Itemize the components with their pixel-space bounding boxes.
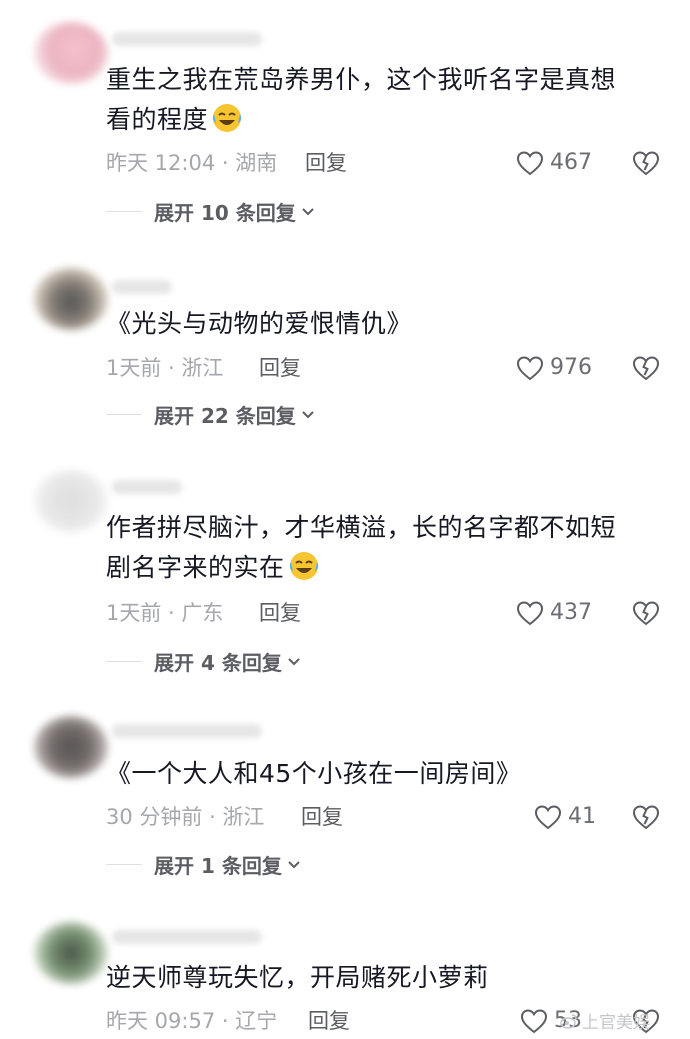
username[interactable] xyxy=(112,480,182,494)
comment-meta: 昨天 09:57 · 辽宁 xyxy=(106,1009,278,1033)
dislike-button[interactable] xyxy=(632,149,660,177)
reply-button[interactable]: 回复 xyxy=(308,1006,350,1036)
broken-heart-icon xyxy=(632,805,660,830)
divider-line xyxy=(106,660,142,662)
comment-text: 《一个大人和45个小孩在一间房间》 xyxy=(106,759,522,788)
heart-icon xyxy=(516,356,544,381)
comment-meta: 30 分钟前 · 浙江 xyxy=(106,805,265,829)
reply-button[interactable]: 回复 xyxy=(305,148,347,178)
avatar[interactable] xyxy=(34,470,108,532)
like-count: 976 xyxy=(550,355,592,380)
avatar[interactable] xyxy=(34,268,108,330)
weibo-logo-icon xyxy=(560,1013,577,1029)
heart-icon xyxy=(520,1009,548,1034)
expand-replies-label: 展开 22 条回复 xyxy=(154,403,296,428)
comment-text: 逆天师尊玩失忆，开局赌死小萝莉 xyxy=(106,963,489,992)
chevron-down-icon xyxy=(302,208,314,216)
username[interactable] xyxy=(112,930,262,944)
like-count: 437 xyxy=(550,600,592,625)
dislike-button[interactable] xyxy=(632,354,660,382)
expand-replies[interactable]: 展开 10 条回复 xyxy=(106,196,316,226)
username[interactable] xyxy=(112,280,172,294)
comment-text: 《光头与动物的爱恨情仇》 xyxy=(106,309,413,338)
username[interactable] xyxy=(112,32,262,46)
username[interactable] xyxy=(112,724,262,738)
broken-heart-icon xyxy=(632,151,660,176)
broken-heart-icon xyxy=(632,356,660,381)
expand-replies[interactable]: 展开 22 条回复 xyxy=(106,399,316,429)
comment-text: 作者拼尽脑汁，才华横溢，长的名字都不如短 剧名字来的实在 xyxy=(106,513,617,582)
avatar[interactable] xyxy=(34,922,108,984)
dislike-button[interactable] xyxy=(632,803,660,831)
comment-meta: 昨天 12:04 · 湖南 xyxy=(106,151,278,175)
comment-meta: 1天前 · 浙江 xyxy=(106,356,224,380)
broken-heart-icon xyxy=(632,601,660,626)
expand-replies-label: 展开 4 条回复 xyxy=(154,650,282,675)
laughing-crying-emoji xyxy=(210,100,244,134)
avatar[interactable] xyxy=(34,22,108,84)
like-button[interactable]: 437 xyxy=(516,598,592,628)
watermark: 上官美娱 xyxy=(560,1008,650,1033)
like-button[interactable]: 467 xyxy=(516,148,592,178)
like-count: 41 xyxy=(568,804,596,829)
reply-button[interactable]: 回复 xyxy=(259,598,301,628)
like-button[interactable]: 976 xyxy=(516,353,592,383)
chevron-down-icon xyxy=(288,658,300,666)
reply-button[interactable]: 回复 xyxy=(259,353,301,383)
heart-icon xyxy=(534,805,562,830)
expand-replies[interactable]: 展开 4 条回复 xyxy=(106,646,302,676)
divider-line xyxy=(106,413,142,415)
heart-icon xyxy=(516,601,544,626)
watermark-text: 上官美娱 xyxy=(582,1013,650,1033)
chevron-down-icon xyxy=(288,861,300,869)
avatar[interactable] xyxy=(34,716,108,778)
expand-replies-label: 展开 1 条回复 xyxy=(154,853,282,878)
comment-meta: 1天前 · 广东 xyxy=(106,601,224,625)
divider-line xyxy=(106,210,142,212)
comment-text: 重生之我在荒岛养男仆，这个我听名字是真想 看的程度 xyxy=(106,65,617,134)
divider-line xyxy=(106,863,142,865)
dislike-button[interactable] xyxy=(632,599,660,627)
expand-replies[interactable]: 展开 1 条回复 xyxy=(106,849,302,879)
laughing-crying-emoji xyxy=(287,548,321,582)
chevron-down-icon xyxy=(302,411,314,419)
expand-replies-label: 展开 10 条回复 xyxy=(154,200,296,225)
like-count: 467 xyxy=(550,150,592,175)
like-button[interactable]: 41 xyxy=(534,802,596,832)
heart-icon xyxy=(516,151,544,176)
reply-button[interactable]: 回复 xyxy=(301,802,343,832)
